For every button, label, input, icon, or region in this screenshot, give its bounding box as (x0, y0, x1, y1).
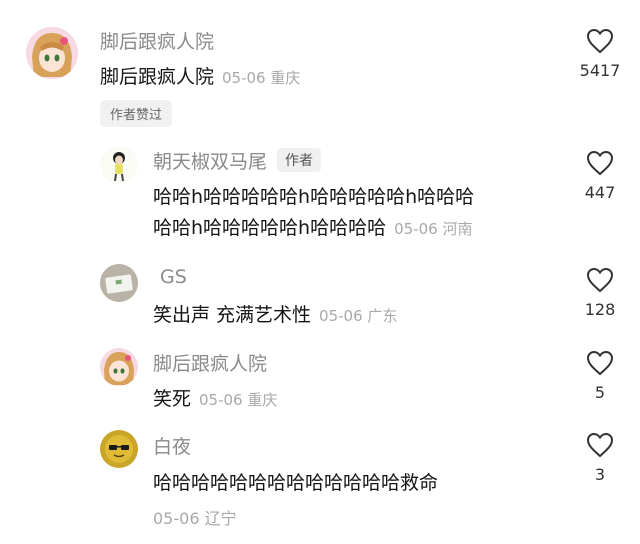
author-liked-badge: 作者赞过 (100, 100, 173, 127)
comment-body-line: 哈哈h哈哈哈哈哈h哈哈哈哈 (153, 217, 387, 239)
comment-body-line: 哈哈h哈哈哈哈哈h哈哈哈哈哈h哈哈哈 (153, 186, 475, 208)
comment-date: 05-06 (153, 509, 200, 528)
like-count: 5417 (579, 61, 621, 80)
comment-text: 笑出声 充满艺术性 05-06 广东 (153, 300, 397, 327)
comment-username[interactable]: 脚后跟疯人院 (100, 27, 214, 54)
comment-location: 辽宁 (204, 509, 237, 528)
comment-date: 05-06 (199, 391, 243, 409)
comment-body: 笑死 (153, 388, 192, 410)
comment-body: 笑出声 充满艺术性 (153, 304, 312, 326)
heart-outline-icon (586, 432, 614, 458)
like-count: 3 (594, 465, 606, 484)
comment-text: 哈哈h哈哈哈哈哈h哈哈哈哈哈h哈哈哈 哈哈h哈哈哈哈哈h哈哈哈哈 05-06 河南 (153, 182, 474, 245)
comment-location: 重庆 (270, 69, 301, 87)
heart-outline-icon (586, 28, 614, 54)
comment-meta: 05-06 广东 (319, 307, 397, 325)
comment-body: 哈哈哈哈哈哈哈哈哈哈哈哈哈救命 (153, 472, 439, 494)
avatar[interactable] (26, 27, 78, 79)
heart-outline-icon (586, 267, 614, 293)
comment-date: 05-06 (319, 307, 363, 325)
avatar[interactable] (100, 146, 138, 184)
comment-meta: 05-06 重庆 (222, 69, 300, 87)
comment-date: 05-06 (222, 69, 266, 87)
avatar[interactable] (100, 348, 138, 386)
avatar[interactable] (100, 264, 138, 302)
like-count: 447 (584, 183, 616, 202)
comment-date: 05-06 (394, 220, 438, 238)
comment-location: 广东 (367, 307, 398, 325)
avatar[interactable] (100, 430, 138, 468)
comment-body: 脚后跟疯人院 (100, 66, 215, 88)
comment-username[interactable]: 朝天椒双马尾 作者 (153, 147, 322, 174)
heart-outline-icon (586, 150, 614, 176)
comment-text: 笑死 05-06 重庆 (153, 384, 277, 411)
comment-text: 哈哈哈哈哈哈哈哈哈哈哈哈哈救命 (153, 468, 438, 495)
like-count: 128 (584, 300, 616, 319)
comment-meta: 05-06 辽宁 (153, 505, 237, 529)
like-button[interactable]: 447 (570, 150, 630, 202)
comment-meta: 05-06 重庆 (199, 391, 277, 409)
comment-location: 河南 (442, 220, 473, 238)
username-text: 朝天椒双马尾 (153, 151, 268, 173)
comment-username[interactable]: 脚后跟疯人院 (153, 349, 267, 376)
like-button[interactable]: 128 (570, 267, 630, 319)
comment-meta: 05-06 河南 (394, 220, 472, 238)
like-button[interactable]: 3 (570, 432, 630, 484)
like-button[interactable]: 5417 (570, 28, 630, 80)
like-button[interactable]: 5 (570, 350, 630, 402)
author-tag: 作者 (277, 148, 322, 172)
comment-username[interactable]: 白夜 (153, 432, 191, 459)
comment-username[interactable]: GS (160, 266, 187, 288)
comment-location: 重庆 (247, 391, 278, 409)
like-count: 5 (594, 383, 606, 402)
heart-outline-icon (586, 350, 614, 376)
comment-text: 脚后跟疯人院 05-06 重庆 (100, 62, 300, 89)
